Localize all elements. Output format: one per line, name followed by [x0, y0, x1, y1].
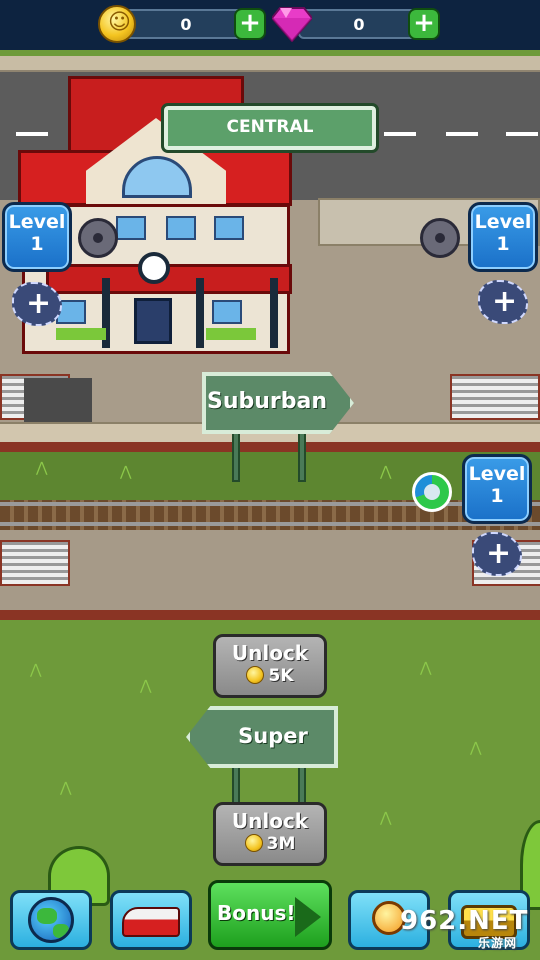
stairs-entrance	[0, 540, 70, 586]
currency-bar: 0 + 0 +	[0, 0, 540, 50]
unlock-label: Unlock	[231, 641, 309, 665]
level-value: 1	[490, 485, 504, 507]
add-slot-button[interactable]: +	[478, 280, 528, 324]
super-mall-direction-sign: Super Mall	[186, 706, 338, 768]
planter	[206, 328, 256, 340]
coin-counter: 0	[124, 9, 248, 39]
window	[212, 300, 242, 324]
sign-post	[298, 430, 306, 482]
window	[116, 216, 146, 240]
unlock-button-5k[interactable]: Unlock 5K	[213, 634, 327, 698]
level-badge-suburban[interactable]: Level 1	[462, 454, 532, 524]
play-icon	[295, 897, 321, 937]
coin-icon	[244, 834, 263, 852]
level-label: Level	[474, 211, 532, 233]
grass-tuft: ⋀	[60, 780, 72, 796]
gem-counter: 0	[298, 9, 420, 39]
plus-icon: +	[486, 536, 512, 571]
sign-post	[298, 764, 306, 804]
unlock-label: Unlock	[231, 809, 309, 833]
unlock-price: 5K	[268, 666, 294, 686]
grass-tuft: ⋀	[120, 464, 132, 480]
lane-marking	[446, 132, 478, 136]
coin-icon	[98, 5, 136, 43]
unlock-price: 3M	[266, 834, 296, 854]
escalator	[24, 378, 92, 424]
rail	[0, 522, 540, 526]
grass-tuft: ⋀	[420, 660, 432, 676]
add-slot-button[interactable]: +	[12, 282, 62, 326]
grass-tuft: ⋀	[36, 460, 48, 476]
vent-icon	[420, 218, 460, 258]
gem-icon	[272, 7, 312, 42]
unlock-button-3m[interactable]: Unlock 3M	[213, 802, 327, 866]
rail	[0, 502, 540, 506]
grass-tuft: ⋀	[380, 464, 392, 480]
sign-post	[232, 764, 240, 804]
level-label: Level	[8, 211, 66, 233]
globe-icon	[28, 897, 74, 943]
trains-button[interactable]	[110, 890, 192, 950]
watermark-subtext: 乐游网	[478, 936, 518, 950]
central-station-sign: CENTRAL	[161, 103, 379, 153]
window	[166, 216, 196, 240]
level-value: 1	[30, 233, 44, 255]
grass-tuft: ⋀	[140, 678, 152, 694]
watermark-text: 962.NET	[400, 906, 529, 936]
train-icon	[122, 907, 180, 937]
clock-icon	[138, 252, 170, 284]
plus-icon: +	[492, 284, 518, 319]
pillar	[196, 278, 204, 348]
station-door	[134, 298, 172, 344]
site-watermark: 962.NET 乐游网	[400, 906, 529, 950]
grass-tuft: ⋀	[380, 810, 392, 826]
grass-strip	[0, 452, 540, 500]
coin-count: 0	[180, 15, 192, 34]
plus-icon: +	[26, 286, 52, 321]
gem-count: 0	[353, 15, 365, 34]
suburban-direction-sign: Suburban	[202, 372, 354, 434]
game-scene: CENTRAL Level 1 + Level 1 + Suburban Lev…	[0, 50, 540, 960]
level-badge-station-left[interactable]: Level 1	[2, 202, 72, 272]
pillar	[270, 278, 278, 348]
add-gems-button[interactable]: +	[408, 8, 440, 40]
platform-border	[0, 610, 540, 620]
add-coins-button[interactable]: +	[234, 8, 266, 40]
level-label: Level	[468, 463, 526, 485]
world-map-button[interactable]	[10, 890, 92, 950]
sign-post	[232, 430, 240, 482]
level-value: 1	[496, 233, 510, 255]
vent-icon	[78, 218, 118, 258]
grass-tuft: ⋀	[470, 740, 482, 756]
level-badge-station-right[interactable]: Level 1	[468, 202, 538, 272]
lane-marking	[384, 132, 416, 136]
stairs-entrance	[450, 374, 540, 420]
add-slot-button[interactable]: +	[472, 532, 522, 576]
lane-marking	[506, 132, 538, 136]
window	[214, 216, 244, 240]
planter	[56, 328, 106, 340]
progress-ring-icon	[412, 472, 452, 512]
suburban-platform	[0, 530, 540, 610]
coin-icon	[246, 666, 265, 684]
grass-tuft: ⋀	[30, 662, 42, 678]
bonus-label: Bonus!	[217, 901, 296, 925]
bonus-button[interactable]: Bonus!	[208, 880, 332, 950]
platform-border	[0, 442, 540, 452]
